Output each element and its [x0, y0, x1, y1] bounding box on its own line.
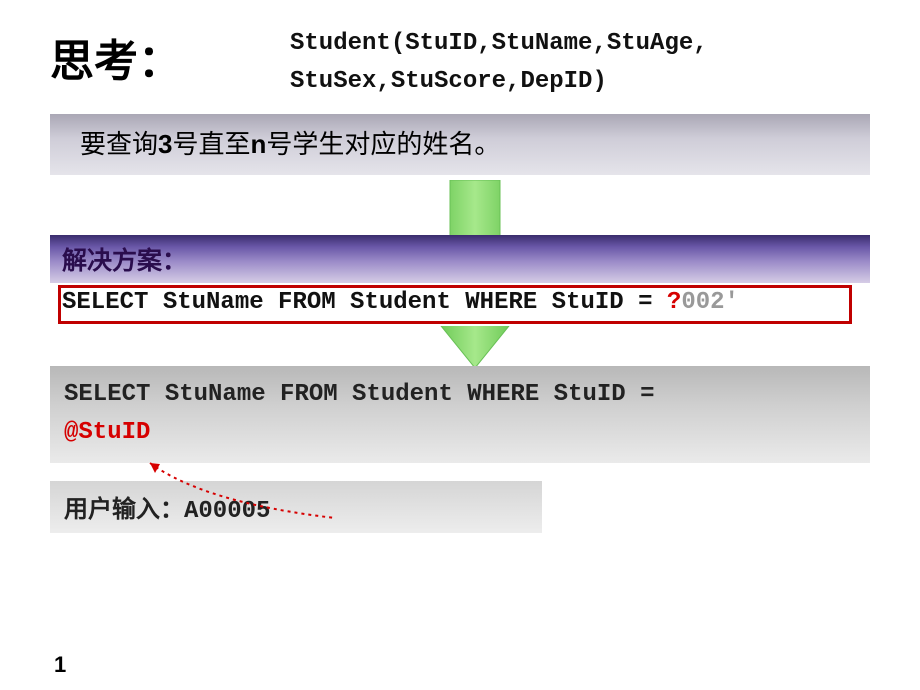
- solution-section: 解决方案： SELECT StuName FROM Student WHERE …: [50, 235, 870, 326]
- question-bar: 要查询3号直至n号学生对应的姓名。: [50, 114, 870, 175]
- question-var-n: n: [251, 129, 267, 159]
- slide-title: 思考：: [50, 25, 250, 89]
- question-text-3: 号学生对应的姓名。: [266, 129, 500, 159]
- question-number-3: 3: [158, 129, 172, 159]
- sql1-text: SELECT StuName FROM Student WHERE StuID …: [62, 289, 667, 316]
- sql2-line1: SELECT StuName FROM Student WHERE StuID …: [64, 381, 655, 408]
- solution-label: 解决方案：: [50, 235, 870, 283]
- question-text-1: 要查询: [80, 129, 158, 159]
- schema-line-1: Student(StuID,StuName,StuAge,: [290, 30, 708, 57]
- sql1-placeholder: ?: [667, 289, 681, 316]
- header-row: 思考： Student(StuID,StuName,StuAge, StuSex…: [50, 25, 870, 102]
- sql-query-2-block: SELECT StuName FROM Student WHERE StuID …: [50, 366, 870, 463]
- sql2-parameter: @StuID: [64, 419, 150, 446]
- schema-definition: Student(StuID,StuName,StuAge, StuSex,Stu…: [290, 25, 708, 102]
- pointer-arrow-icon: [145, 458, 345, 528]
- schema-line-2: StuSex,StuScore,DepID): [290, 68, 607, 95]
- page-number: 1: [54, 652, 66, 678]
- question-text-2: 号直至: [172, 129, 250, 159]
- sql-query-1: SELECT StuName FROM Student WHERE StuID …: [50, 283, 870, 326]
- sql1-tail: 002': [681, 289, 739, 316]
